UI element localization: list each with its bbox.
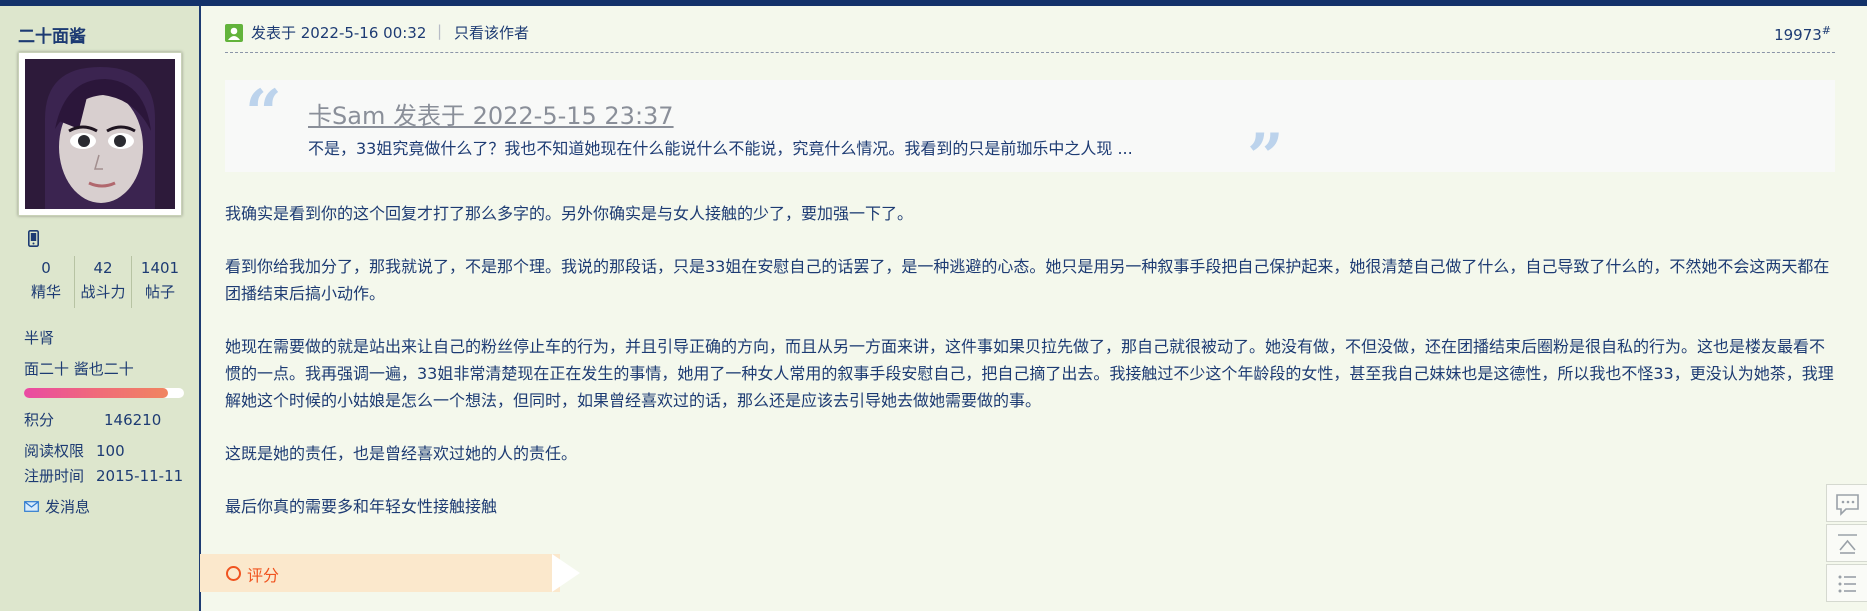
post-content: 我确实是看到你的这个回复才打了那么多字的。另外你确实是与女人接触的少了，要加强一…	[225, 200, 1835, 546]
quote-source-link[interactable]: 卡Sam 发表于 2022-5-15 23:37	[308, 96, 674, 131]
user-group[interactable]: 面二十 酱也二十	[24, 358, 134, 379]
register-time-row: 注册时间 2015-11-11	[24, 465, 183, 486]
author-stats: 0 精华 42 战斗力 1401 帖子	[18, 256, 188, 308]
post-header: 发表于 2022-5-16 00:32 | 只看该作者 19973#	[225, 20, 1835, 53]
user-icon	[225, 24, 243, 42]
author-username[interactable]: 二十面酱	[18, 22, 86, 47]
points-value: 146210	[104, 411, 162, 429]
stat-posts-label: 帖子	[144, 283, 175, 301]
rate-button[interactable]: 评分	[200, 554, 580, 592]
quote-open-icon: “	[245, 76, 282, 151]
back-to-top-icon[interactable]	[1826, 524, 1867, 562]
stat-digest-label: 精华	[30, 283, 61, 301]
avatar-portrait	[25, 59, 175, 209]
stat-posts-value: 1401	[140, 259, 180, 277]
circle-icon	[226, 566, 241, 581]
send-message-label: 发消息	[45, 498, 91, 516]
quote-close-icon: ”	[1247, 120, 1284, 195]
read-permission-row: 阅读权限 100	[24, 440, 125, 461]
rate-bar-tip	[552, 554, 580, 592]
quote-block: “ 卡Sam 发表于 2022-5-15 23:37 不是，33姐究竟做什么了？…	[225, 76, 1835, 190]
floating-toolbar	[1826, 484, 1867, 602]
points-row: 积分 146210	[24, 409, 161, 430]
stat-power-label: 战斗力	[80, 283, 126, 301]
read-permission-value: 100	[96, 442, 125, 460]
avatar[interactable]	[18, 52, 182, 216]
list-icon[interactable]	[1826, 564, 1867, 602]
header-separator: |	[437, 22, 443, 40]
points-label: 积分	[24, 411, 55, 429]
stat-digest[interactable]: 0 精华	[18, 256, 75, 308]
floor-number[interactable]: 19973#	[1774, 24, 1831, 44]
post-paragraph: 这既是她的责任，也是曾经喜欢过她的人的责任。	[225, 444, 578, 463]
experience-bar-fill	[24, 388, 168, 398]
quote-body: 不是，33姐究竟做什么了？我也不知道她现在什么能说什么不能说，究竟什么情况。我看…	[308, 139, 1133, 158]
stat-digest-value: 0	[41, 259, 51, 277]
avatar-image[interactable]	[25, 59, 175, 209]
rate-label: 评分	[247, 566, 280, 585]
user-rank: 半肾	[24, 329, 55, 347]
stat-posts[interactable]: 1401 帖子	[132, 256, 188, 308]
only-author-link[interactable]: 只看该作者	[454, 22, 529, 43]
post-paragraph: 最后你真的需要多和年轻女性接触接触	[225, 497, 498, 516]
mobile-phone-icon	[28, 230, 39, 247]
post-paragraph: 我确实是看到你的这个回复才打了那么多字的。另外你确实是与女人接触的少了，要加强一…	[225, 204, 914, 223]
reply-bubble-icon[interactable]	[1826, 484, 1867, 522]
post-paragraph: 看到你给我加分了，那我就说了，不是那个理。我说的那段话，只是33姐在安慰自己的话…	[225, 257, 1830, 303]
register-time-value: 2015-11-11	[96, 467, 184, 485]
post-paragraph: 她现在需要做的就是站出来让自己的粉丝停止车的行为，并且引导正确的方向，而且从另一…	[225, 337, 1834, 410]
stat-power-value: 42	[93, 259, 113, 277]
floor-suffix: #	[1821, 24, 1831, 37]
floor-number-value: 19973	[1774, 26, 1822, 44]
read-permission-label: 阅读权限	[24, 442, 85, 460]
register-time-label: 注册时间	[24, 467, 85, 485]
mail-icon	[24, 501, 39, 512]
post-timestamp: 发表于 2022-5-16 00:32	[251, 24, 427, 42]
author-sidebar: 二十面酱 0 精华 42 战斗力 1401 帖子 半肾 面二十 酱也二十 积分 …	[0, 6, 201, 611]
send-message-link[interactable]: 发消息	[24, 496, 90, 517]
top-border	[0, 0, 1867, 6]
experience-bar	[24, 388, 184, 398]
stat-power[interactable]: 42 战斗力	[75, 256, 132, 308]
